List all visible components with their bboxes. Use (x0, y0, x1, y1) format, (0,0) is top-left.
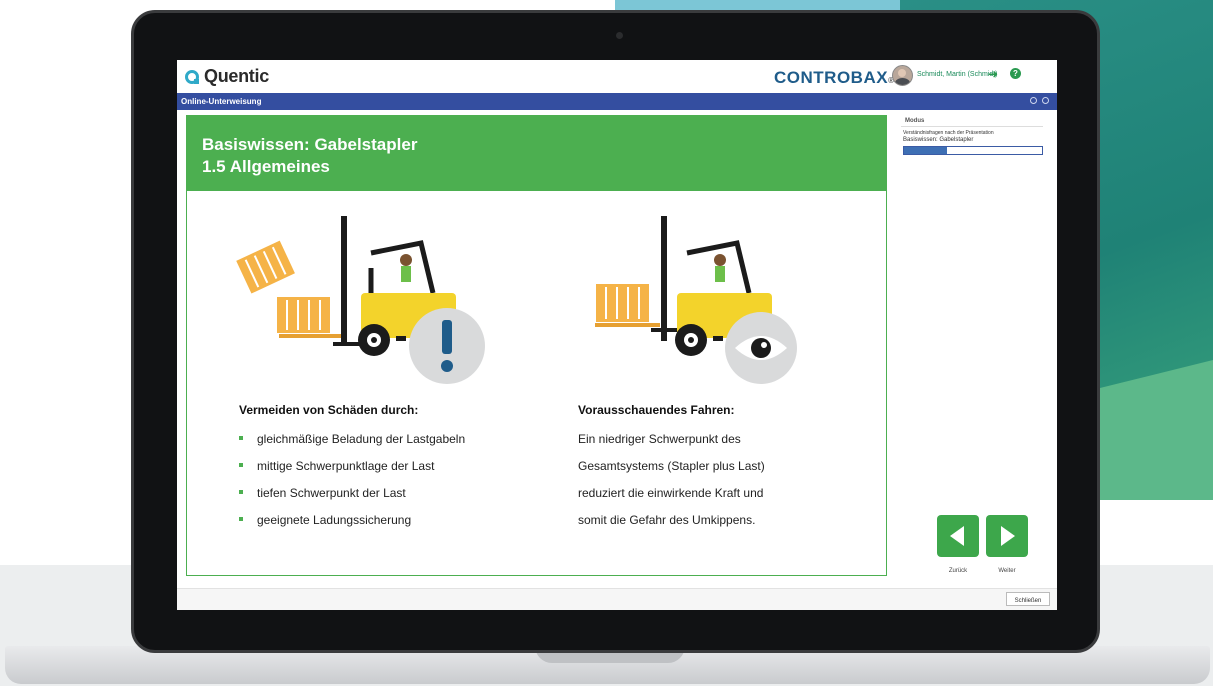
list-item: tiefen Schwerpunkt der Last (239, 486, 465, 513)
back-button[interactable] (937, 515, 979, 557)
settings-icon[interactable] (1030, 97, 1037, 104)
slide: Basiswissen: Gabelstapler 1.5 Allgemeine… (186, 115, 887, 576)
paragraph-line: somit die Gefahr des Umkippens. (578, 513, 756, 527)
right-heading: Vorausschauendes Fahren: (578, 403, 735, 417)
arrow-left-icon (950, 526, 964, 546)
progress-bar: 5/16 Folien (903, 146, 1043, 155)
list-item: mittige Schwerpunktlage der Last (239, 459, 465, 486)
avatar[interactable] (892, 65, 913, 86)
next-label: Weiter (998, 568, 1016, 574)
close-icon[interactable] (1042, 97, 1049, 104)
brand-text: CONTROBAX (774, 68, 889, 87)
paragraph-line: Ein niedriger Schwerpunkt des (578, 432, 741, 446)
list-item: geeignete Ladungssicherung (239, 513, 465, 540)
warning-icon (409, 308, 485, 384)
top-bar: Quentic CONTROBAX® Schmidt, Martin (Schm… (177, 60, 1057, 93)
module-bar: Online-Unterweisung (177, 93, 1057, 110)
divider (901, 126, 1043, 127)
right-paragraph: Ein niedriger Schwerpunkt des Gesamtsyst… (578, 432, 765, 540)
list-item: gleichmäßige Beladung der Lastgabeln (239, 432, 465, 459)
user-name[interactable]: Schmidt, Martin (Schmidt) (917, 71, 998, 78)
app-screen: Quentic CONTROBAX® Schmidt, Martin (Schm… (177, 60, 1057, 610)
back-label: Zurück (948, 568, 968, 574)
close-button[interactable]: Schließen (1006, 592, 1050, 606)
eye-icon (725, 312, 797, 384)
brand-logo: CONTROBAX® (774, 68, 894, 88)
slide-title: Basiswissen: Gabelstapler (202, 135, 418, 154)
logout-icon[interactable]: ➜ (988, 67, 998, 81)
forklift-eye-illustration (594, 216, 797, 384)
pallet-crate-icon (594, 282, 660, 327)
left-bullet-list: gleichmäßige Beladung der Lastgabeln mit… (239, 432, 465, 540)
slide-header: Basiswissen: Gabelstapler 1.5 Allgemeine… (187, 116, 886, 191)
progress-label: 5/16 Folien (958, 148, 988, 154)
quentic-logo[interactable]: Quentic (185, 66, 269, 87)
left-heading: Vermeiden von Schäden durch: (239, 403, 419, 417)
slide-subtitle: 1.5 Allgemeines (202, 157, 330, 176)
course-info-panel: Modus Verständnisfragen nach der Präsent… (901, 118, 1046, 172)
course-name: Basiswissen: Gabelstapler (903, 137, 974, 143)
arrow-right-icon (1001, 526, 1015, 546)
mode-text: Verständnisfragen nach der Präsentation (903, 130, 994, 136)
help-icon[interactable]: ? (1010, 68, 1021, 79)
paragraph-line: reduziert die einwirkende Kraft und (578, 486, 764, 500)
webcam (616, 32, 623, 39)
footer-bar (177, 588, 1057, 610)
forklift-warning-illustration (233, 216, 485, 384)
paragraph-line: Gesamtsystems (Stapler plus Last) (578, 459, 765, 473)
quentic-logo-icon (185, 69, 199, 84)
next-button[interactable] (986, 515, 1028, 557)
mode-label: Modus (905, 118, 925, 124)
logo-text: Quentic (204, 66, 269, 86)
pallet-crate-icon (233, 237, 344, 338)
module-title: Online-Unterweisung (181, 97, 262, 106)
